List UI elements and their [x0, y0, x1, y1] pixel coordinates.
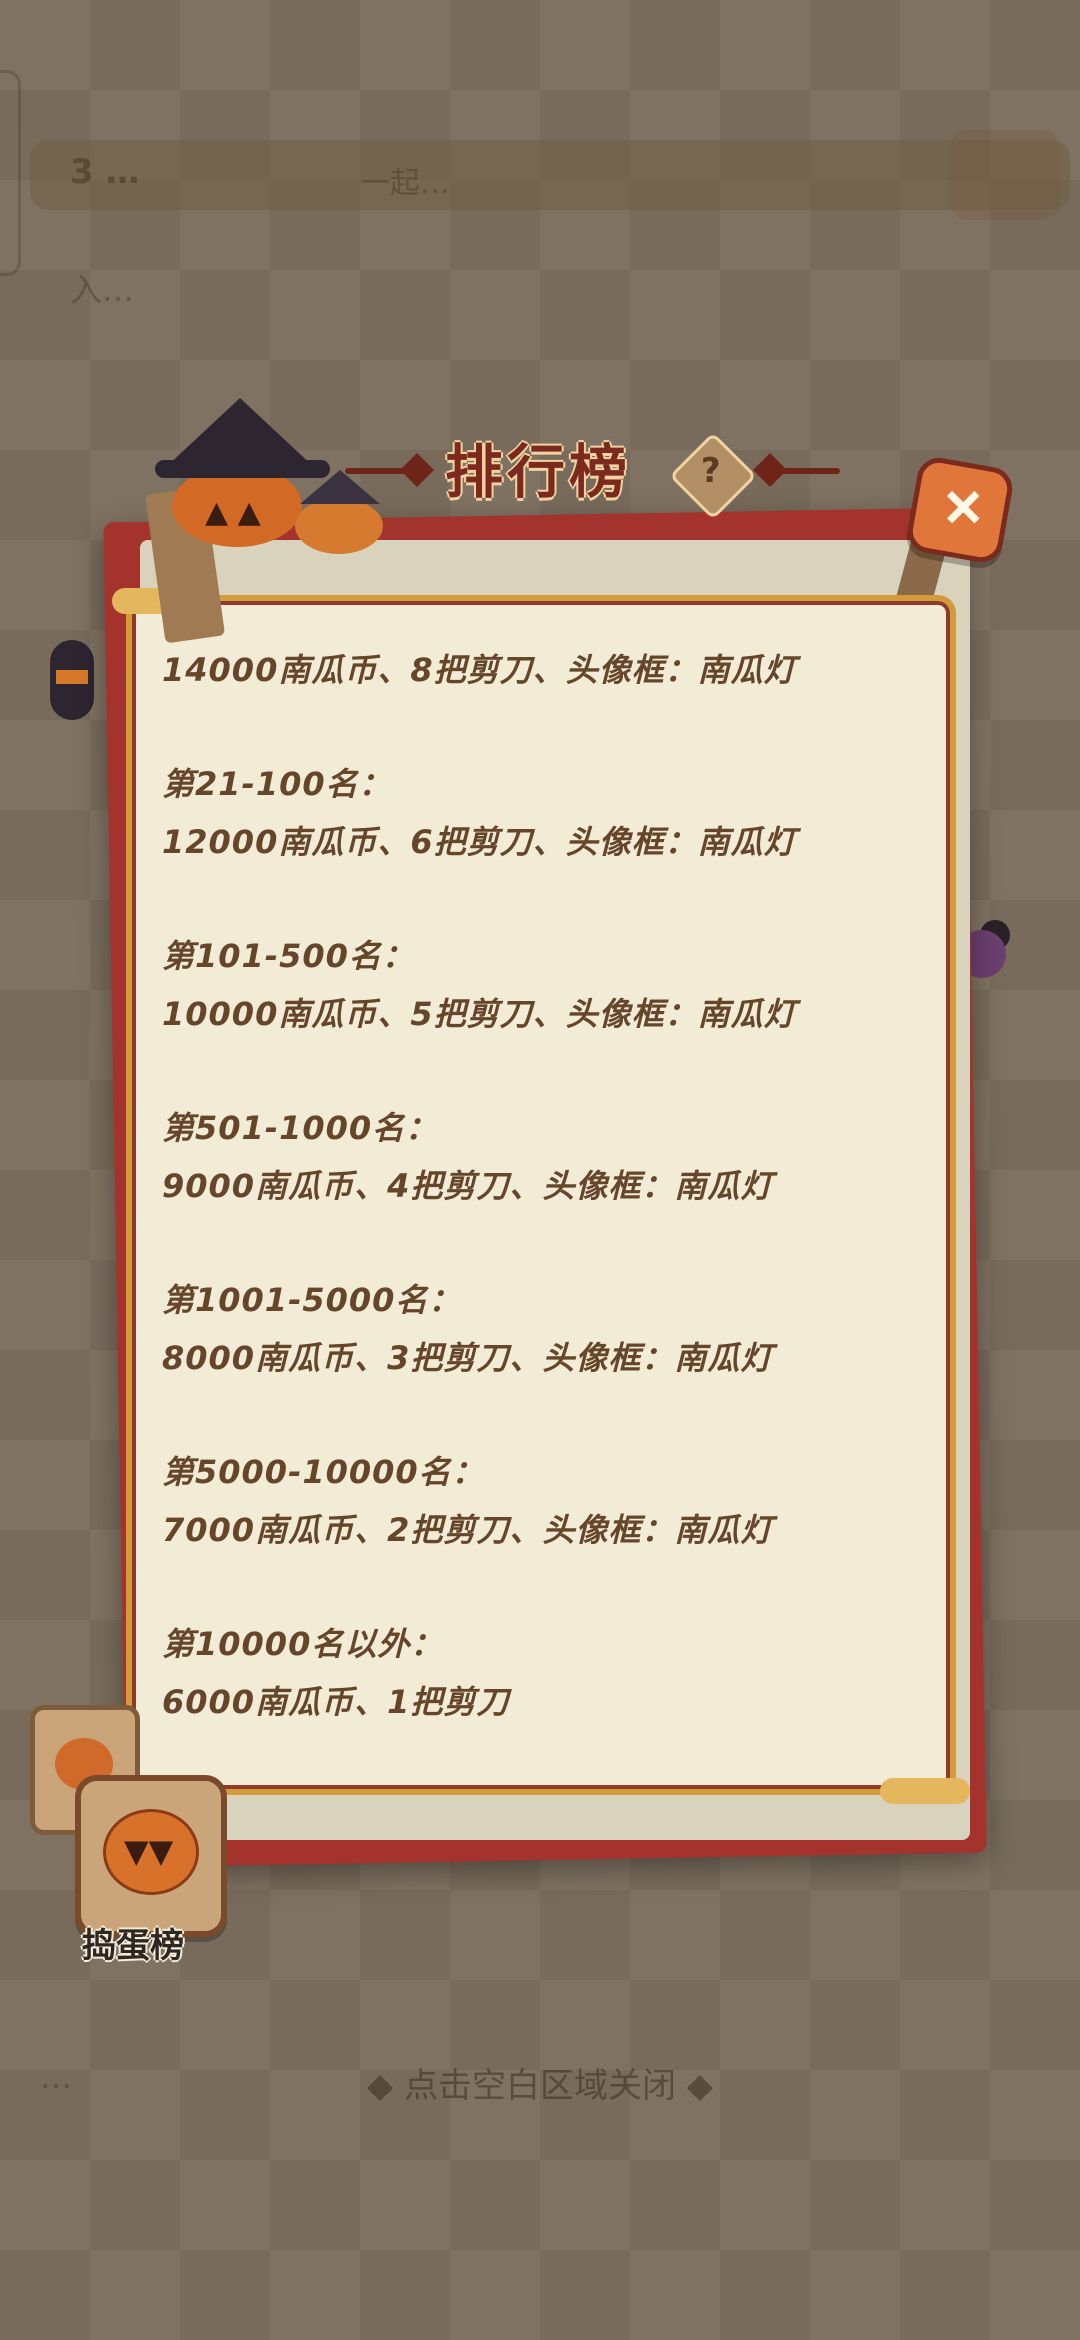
trick-leaderboard-button[interactable]: ▼▼ [75, 1775, 227, 1937]
rank-range: 第21-100名： [162, 765, 392, 803]
close-hint-text: ◆ 点击空白区域关闭 ◆ [367, 2066, 713, 2106]
jack-o-lantern-icon: ▼▼ [103, 1809, 199, 1895]
reward-entry: 第101-500名： 10000南瓜币、5把剪刀、头像框：南瓜灯 [162, 927, 930, 1043]
rank-range: 第10000名以外： [162, 1625, 444, 1663]
reward-entry: 第21-100名： 12000南瓜币、6把剪刀、头像框：南瓜灯 [162, 755, 930, 871]
reward-text: 14000南瓜币、8把剪刀、头像框：南瓜灯 [162, 651, 797, 689]
reward-text: 7000南瓜币、2把剪刀、头像框：南瓜灯 [162, 1511, 774, 1549]
dialog-title: 排行榜 [445, 438, 632, 506]
question-mark-icon: ? [700, 450, 721, 491]
background-top-bar: 3 … 一起… [30, 140, 1070, 210]
reward-text: 12000南瓜币、6把剪刀、头像框：南瓜灯 [162, 823, 797, 861]
background-join-text: 入… [70, 271, 135, 309]
rank-range: 第501-1000名： [162, 1109, 439, 1147]
rank-range: 第1001-5000名： [162, 1281, 462, 1319]
reward-list: 14000南瓜币、8把剪刀、头像框：南瓜灯 第21-100名： 12000南瓜币… [162, 641, 930, 1787]
reward-text: 9000南瓜币、4把剪刀、头像框：南瓜灯 [162, 1167, 774, 1205]
title-diamond-left [400, 453, 434, 487]
trick-leaderboard-label: 捣蛋榜 [82, 1926, 184, 1966]
reward-entry: 14000南瓜币、8把剪刀、头像框：南瓜灯 [162, 641, 930, 699]
rank-range: 第101-500名： [162, 937, 415, 975]
background-button [950, 130, 1060, 220]
background-side-tab [0, 70, 21, 276]
reward-entry: 第1001-5000名： 8000南瓜币、3把剪刀、头像框：南瓜灯 [162, 1271, 930, 1387]
background-slogan: 一起… [360, 166, 450, 201]
reward-text: 8000南瓜币、3把剪刀、头像框：南瓜灯 [162, 1339, 774, 1377]
lantern-decoration [50, 640, 94, 720]
background-rank-text: 3 … [70, 152, 140, 192]
cloud-decoration [880, 1778, 970, 1804]
reward-entry: 第5000-10000名： 7000南瓜币、2把剪刀、头像框：南瓜灯 [162, 1443, 930, 1559]
close-button[interactable]: + [904, 454, 1016, 566]
reward-entry: 第10000名以外： 6000南瓜币、1把剪刀 [162, 1615, 930, 1731]
reward-text: 10000南瓜币、5把剪刀、头像框：南瓜灯 [162, 995, 797, 1033]
reward-list-panel[interactable]: 14000南瓜币、8把剪刀、头像框：南瓜灯 第21-100名： 12000南瓜币… [126, 595, 956, 1795]
reward-text: 6000南瓜币、1把剪刀 [162, 1683, 510, 1721]
reward-entry: 第501-1000名： 9000南瓜币、4把剪刀、头像框：南瓜灯 [162, 1099, 930, 1215]
title-ornament-right [780, 468, 840, 474]
rank-range: 第5000-10000名： [162, 1453, 485, 1491]
pumpkin-face-icon: ▼▼ [124, 1832, 174, 1870]
close-icon: + [917, 461, 1006, 550]
